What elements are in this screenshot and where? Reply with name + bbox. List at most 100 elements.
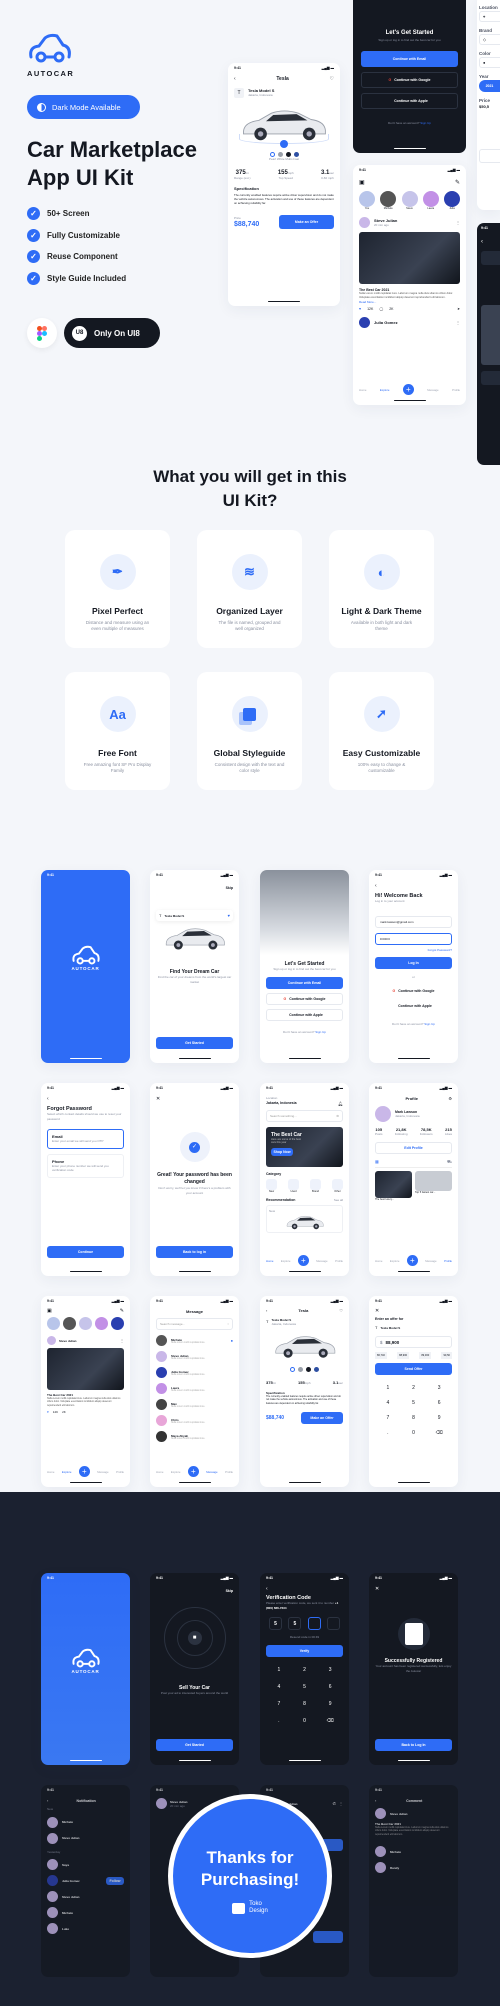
nav-explore[interactable]: Explore xyxy=(62,1470,71,1474)
sign-up-link[interactable]: Sign Up xyxy=(315,1030,326,1034)
back-icon[interactable]: ‹ xyxy=(234,76,236,82)
nav-home[interactable]: Home xyxy=(266,1259,273,1263)
message-item[interactable]: Maya Aliyah Nulla Lorem mollit cupidatat … xyxy=(156,1431,233,1442)
story-avatar[interactable] xyxy=(63,1317,76,1330)
heart-icon[interactable]: ♡ xyxy=(330,76,334,82)
message-item[interactable]: Laura Nulla Lorem mollit cupidatat irure. xyxy=(156,1383,233,1394)
backspace-key[interactable]: ⌫ xyxy=(317,1718,343,1724)
nav-message[interactable]: Message xyxy=(316,1259,327,1263)
category-other-icon[interactable] xyxy=(332,1178,343,1190)
key[interactable]: 3 xyxy=(426,1385,452,1391)
key[interactable]: 6 xyxy=(426,1400,452,1406)
search-input[interactable]: Search something... xyxy=(270,1114,297,1118)
like-icon[interactable]: ♥ xyxy=(47,1410,49,1414)
category-new-icon[interactable] xyxy=(266,1178,277,1190)
nav-profile[interactable]: Profile xyxy=(335,1259,343,1263)
share-icon[interactable]: ➤ xyxy=(457,307,460,311)
close-icon[interactable]: ✕ xyxy=(156,1096,233,1102)
offer-chip[interactable]: 90,50 xyxy=(441,1352,452,1359)
email-input[interactable]: mark.lawson@gmail.com xyxy=(375,915,452,928)
nav-home[interactable]: Home xyxy=(47,1470,54,1474)
color-blue[interactable] xyxy=(314,1366,319,1372)
get-started-button[interactable]: Get Started xyxy=(156,1739,233,1751)
author-avatar[interactable] xyxy=(47,1336,56,1345)
key[interactable]: . xyxy=(266,1718,292,1724)
year-chip[interactable]: 2021 xyxy=(479,80,500,92)
key[interactable]: 9 xyxy=(317,1701,343,1707)
nav-explore[interactable]: Explore xyxy=(380,388,389,392)
comment-icon[interactable]: ◯ xyxy=(379,307,383,311)
nav-profile[interactable]: Profile xyxy=(444,1259,452,1263)
key[interactable]: 8 xyxy=(292,1701,318,1707)
notification-item[interactable]: Saya xyxy=(47,1859,124,1870)
sign-up-link[interactable]: Sign Up xyxy=(420,121,431,125)
like-icon[interactable]: ♥ xyxy=(359,307,361,311)
nav-message[interactable]: Message xyxy=(425,1259,436,1263)
continue-google-button[interactable]: G Continue with Google xyxy=(266,992,343,1005)
follow-button[interactable]: Follow xyxy=(106,1876,124,1885)
key[interactable]: 7 xyxy=(266,1701,292,1707)
nav-explore[interactable]: Explore xyxy=(390,1259,399,1263)
otp-box[interactable]: 5 xyxy=(269,1617,282,1630)
phone-icon[interactable]: ✆ xyxy=(333,1801,336,1806)
location-field[interactable]: ⌖ xyxy=(479,11,500,22)
key[interactable]: 3 xyxy=(317,1667,343,1673)
offer-chip[interactable]: 89,300 xyxy=(419,1352,432,1359)
color-field[interactable]: ● xyxy=(479,57,500,68)
close-icon[interactable]: ✕ xyxy=(375,1308,452,1314)
post-thumb[interactable] xyxy=(415,1170,452,1191)
key[interactable]: 5 xyxy=(401,1400,427,1406)
camera-icon[interactable]: ▣ xyxy=(359,179,365,186)
nav-home[interactable]: Home xyxy=(375,1259,382,1263)
nav-profile[interactable]: Profile xyxy=(452,388,460,392)
shop-now-button[interactable]: Shop Now xyxy=(271,1147,293,1156)
back-to-login-button[interactable]: Back to Log In xyxy=(375,1739,452,1751)
story-avatar[interactable] xyxy=(401,191,418,207)
password-input[interactable]: •••••••• xyxy=(375,932,452,945)
key[interactable]: 2 xyxy=(401,1385,427,1391)
back-icon[interactable]: ‹ xyxy=(266,1308,267,1313)
nav-profile[interactable]: Profile xyxy=(116,1470,124,1474)
edit-profile-button[interactable]: Edit Profile xyxy=(375,1141,452,1154)
search-input[interactable]: Search message... xyxy=(160,1322,185,1326)
story-avatar[interactable] xyxy=(47,1317,60,1330)
key[interactable]: 0 xyxy=(401,1430,427,1436)
story-avatar[interactable] xyxy=(444,191,460,207)
reset-button[interactable] xyxy=(479,149,500,163)
key[interactable]: 7 xyxy=(375,1415,401,1421)
otp-box[interactable] xyxy=(307,1617,321,1630)
continue-email-button[interactable]: Continue with Email xyxy=(266,976,343,989)
back-icon[interactable]: ‹ xyxy=(375,1798,376,1803)
key[interactable]: 1 xyxy=(266,1667,292,1673)
key[interactable]: 8 xyxy=(401,1415,427,1421)
key[interactable]: 4 xyxy=(266,1684,292,1690)
nav-message[interactable]: Message xyxy=(206,1470,217,1474)
more-icon[interactable]: ⋮ xyxy=(456,320,460,325)
make-offer-button[interactable]: Make an Offer xyxy=(279,215,334,229)
grid-tab-icon[interactable]: ▦ xyxy=(375,1159,379,1164)
more-icon[interactable]: ⋮ xyxy=(339,1801,343,1806)
continue-google-button[interactable]: G Continue with Google xyxy=(375,985,452,997)
nav-profile[interactable]: Profile xyxy=(225,1470,233,1474)
rotate-handle[interactable] xyxy=(280,140,288,148)
continue-button[interactable]: Continue xyxy=(47,1246,124,1258)
skip-button[interactable]: Skip xyxy=(156,1589,233,1593)
add-icon[interactable]: + xyxy=(402,384,414,395)
author-avatar[interactable] xyxy=(359,217,370,228)
story-avatar[interactable] xyxy=(95,1317,108,1330)
key[interactable]: . xyxy=(375,1430,401,1436)
offer-chip[interactable]: 86,740 xyxy=(375,1352,387,1359)
login-button[interactable]: Log In xyxy=(375,957,452,969)
notification-item[interactable]: Steve Julian xyxy=(47,1832,124,1844)
nav-explore[interactable]: Explore xyxy=(171,1470,180,1474)
continue-apple-button[interactable]: Continue with Apple xyxy=(375,1000,452,1012)
story-avatar[interactable] xyxy=(380,191,397,207)
back-icon[interactable]: ‹ xyxy=(481,239,500,245)
camera-icon[interactable]: ▣ xyxy=(47,1308,52,1314)
key[interactable]: 1 xyxy=(375,1385,401,1391)
make-offer-button[interactable]: Make an Offer xyxy=(301,1412,343,1425)
see-all-link[interactable]: See all xyxy=(334,1198,343,1203)
only-on-ui8-button[interactable]: U8 Only On UI8 xyxy=(64,318,160,348)
key[interactable]: 5 xyxy=(292,1684,318,1690)
add-icon[interactable]: + xyxy=(297,1255,309,1266)
